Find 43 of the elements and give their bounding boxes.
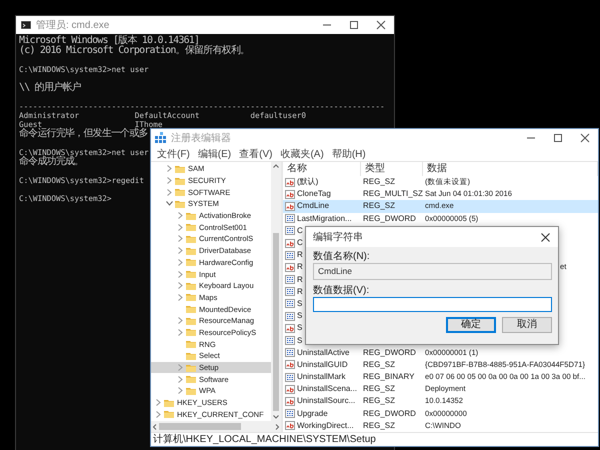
value-type: REG_DWORD [363,408,416,420]
value-name: LastMigration... [297,212,352,225]
value-name: R [297,274,303,286]
value-name: R [297,286,303,298]
console-line: 命令运行完毕，但发生一个或多 [19,129,148,139]
field-label: 数值数据(V): [313,284,370,297]
value-name: Upgrade [297,408,328,420]
value-name: UninstallSourc... [297,395,356,408]
value-type: REG_DWORD [363,346,416,359]
console-line: Microsoft Windows [版本 10.0.14361] [19,36,200,46]
field-label: 数值名称(N): [313,250,371,263]
value-name: S [297,310,302,322]
value-name: UninstallMark [297,371,346,384]
console-line: 命令成功完成。 [19,157,84,167]
window-title: 注册表编辑器 [171,132,232,144]
value-name: CmdLine [297,200,330,212]
value-name: S [297,298,302,310]
value-name: CloneTag [297,188,331,200]
value-type: REG_MULTI_SZ [363,188,423,200]
value-name: WorkingDirect... [297,420,354,432]
value-name: S [297,322,302,334]
console-line: (c) 2016 Microsoft Corporation。保留所有权利。 [19,46,250,56]
value-name: R [297,249,303,262]
status-bar: 计算机\HKEY_LOCAL_MACHINE\SYSTEM\Setup [151,432,598,446]
value-type: REG_SZ [363,358,396,371]
value-name: R [297,261,303,274]
value-type: REG_SZ [363,176,396,188]
value-type: REG_SZ [363,395,396,408]
dialog-title: 编辑字符串 [313,230,363,244]
value-name: C [297,237,303,250]
value-name: (默认) [297,176,318,188]
value-name: UninstallActive [297,346,350,359]
value-name: S [297,334,302,347]
value-type: REG_SZ [363,200,396,212]
value-type: REG_SZ [363,420,396,432]
console-line: \\ 的用户帐户 [19,83,81,93]
value-name: C [297,224,303,237]
window-title: 管理员: cmd.exe [36,19,110,32]
value-name: UninstallScena... [297,383,358,396]
value-name: UninstallGUID [297,358,348,371]
value-type: REG_BINARY [363,371,414,384]
value-type: REG_DWORD [363,212,416,225]
value-type: REG_SZ [363,383,396,396]
